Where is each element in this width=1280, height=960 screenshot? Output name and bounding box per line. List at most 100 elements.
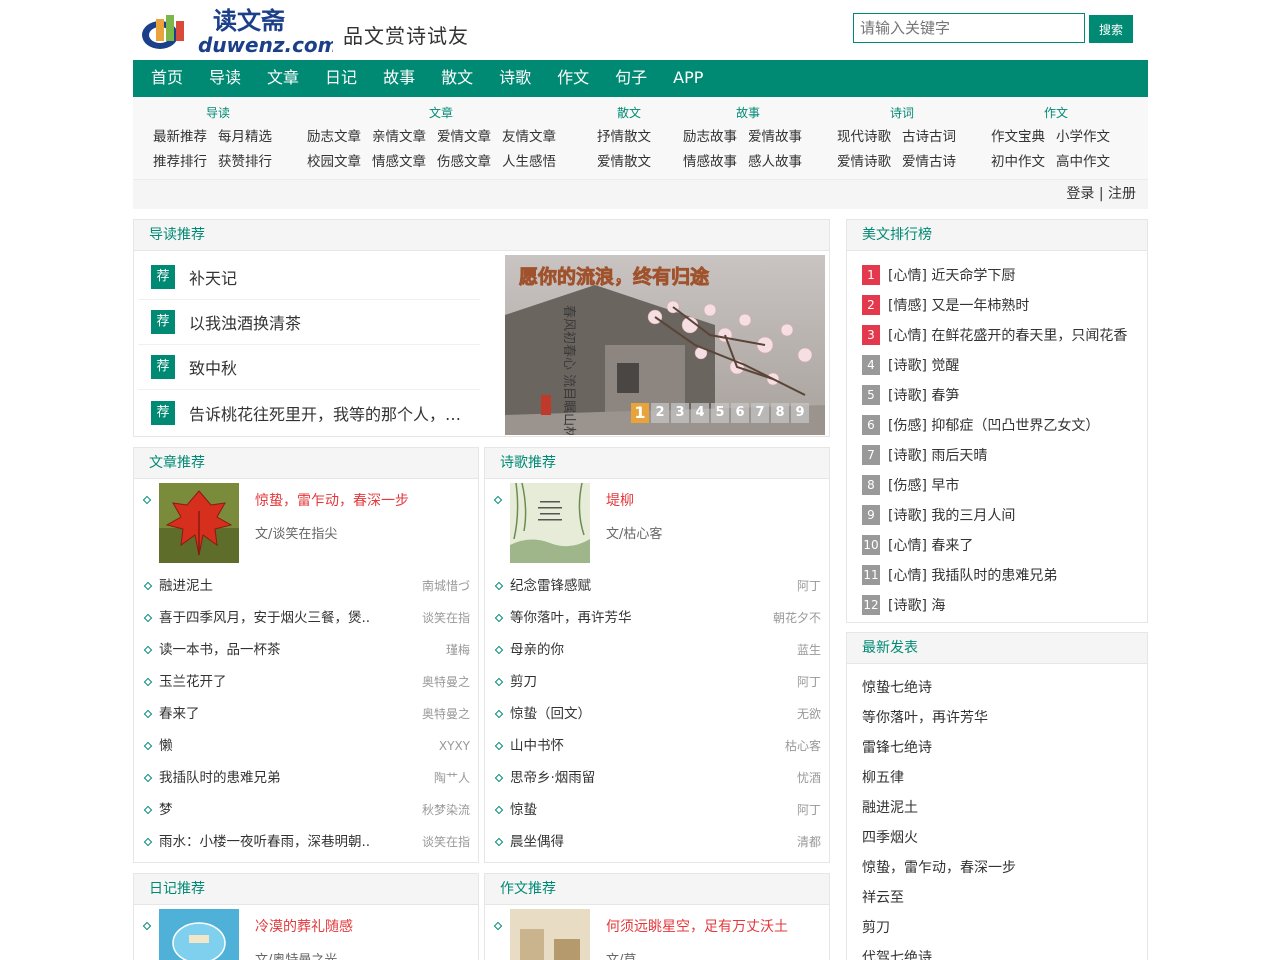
item-title[interactable]: 融进泥土: [159, 578, 213, 594]
list-item[interactable]: 柳五律: [862, 763, 1016, 793]
rank-item[interactable]: 2 [情感] 又是一年柿熟时: [862, 290, 1142, 320]
subnav-link[interactable]: 亲情文章: [372, 125, 426, 145]
rank-title[interactable]: 早市: [931, 475, 959, 495]
slider-dot[interactable]: 1: [631, 403, 649, 423]
list-item[interactable]: 惊蛰，雷乍动，春深一步: [862, 853, 1016, 883]
rank-item[interactable]: 7 [诗歌] 雨后天晴: [862, 440, 1142, 470]
featured-item[interactable]: 何须远眺星空，足有万丈沃土 文/草: [493, 909, 825, 960]
subnav-link[interactable]: 伤感文章: [437, 150, 491, 170]
slider-dot[interactable]: 4: [691, 403, 709, 423]
rank-item[interactable]: 9 [诗歌] 我的三月人间: [862, 500, 1142, 530]
slider-dot[interactable]: 7: [751, 403, 769, 423]
list-item[interactable]: 纪念雷锋感赋 阿丁: [494, 570, 821, 602]
subnav-link[interactable]: 情感文章: [372, 150, 426, 170]
rank-item[interactable]: 5 [诗歌] 春笋: [862, 380, 1142, 410]
subnav-group-title[interactable]: 故事: [736, 104, 760, 121]
login-link[interactable]: 登录: [1066, 186, 1094, 202]
subnav-link[interactable]: 高中作文: [1056, 150, 1110, 170]
nav-guide[interactable]: 导读: [199, 60, 251, 97]
item-title[interactable]: 玉兰花开了: [159, 674, 227, 690]
subnav-link[interactable]: 古诗古词: [902, 125, 956, 145]
item-title[interactable]: 晨坐偶得: [510, 834, 564, 850]
list-item[interactable]: 惊蛰 阿丁: [494, 794, 821, 826]
subnav-link[interactable]: 校园文章: [307, 150, 361, 170]
rank-item[interactable]: 10 [心情] 春来了: [862, 530, 1142, 560]
subnav-link[interactable]: 每月精选: [218, 125, 272, 145]
rank-title[interactable]: 海: [931, 595, 945, 615]
slider-dot[interactable]: 6: [731, 403, 749, 423]
rank-title[interactable]: 雨后天晴: [931, 445, 987, 465]
item-title[interactable]: 以我浊酒换清茶: [189, 310, 479, 334]
site-logo[interactable]: 读文斋 duwenz.com: [138, 5, 339, 57]
nav-story[interactable]: 故事: [373, 60, 425, 97]
list-item[interactable]: 山中书怀 枯心客: [494, 730, 821, 762]
featured-thumbnail[interactable]: [510, 909, 590, 960]
list-item[interactable]: 融进泥土: [862, 793, 1016, 823]
item-title[interactable]: 告诉桃花往死里开，我等的那个人，…: [189, 401, 479, 425]
rank-title[interactable]: 抑郁症（凹凸世界乙女文）: [931, 415, 1099, 435]
item-title[interactable]: 剪刀: [510, 674, 537, 690]
rank-title[interactable]: 我插队时的患难兄弟: [931, 565, 1057, 585]
featured-title[interactable]: 冷漠的葬礼随感: [255, 916, 353, 936]
nav-prose[interactable]: 散文: [431, 60, 483, 97]
subnav-link[interactable]: 爱情文章: [437, 125, 491, 145]
item-title[interactable]: 喜于四季风月，安于烟火三餐，煲..: [159, 610, 370, 626]
list-item[interactable]: 惊蛰七绝诗: [862, 673, 1016, 703]
list-item[interactable]: 剪刀: [862, 913, 1016, 943]
subnav-group-title[interactable]: 作文: [1044, 104, 1068, 121]
list-item[interactable]: 思帝乡·烟雨留 忧酒: [494, 762, 821, 794]
nav-sentence[interactable]: 句子: [605, 60, 657, 97]
slider-dot[interactable]: 9: [791, 403, 809, 423]
featured-title[interactable]: 堤柳: [606, 490, 634, 510]
subnav-link[interactable]: 获赞排行: [218, 150, 272, 170]
nav-diary[interactable]: 日记: [315, 60, 367, 97]
nav-home[interactable]: 首页: [141, 60, 193, 97]
subnav-link[interactable]: 励志故事: [683, 125, 737, 145]
item-title[interactable]: 致中秋: [189, 355, 479, 379]
list-item[interactable]: 雨水：小楼一夜听春雨，深巷明朝.. 谈笑在指: [143, 826, 470, 858]
subnav-link[interactable]: 推荐排行: [153, 150, 207, 170]
list-item[interactable]: 等你落叶，再许芳华 朝花夕不: [494, 602, 821, 634]
subnav-link[interactable]: 情感故事: [683, 150, 737, 170]
list-item[interactable]: 晨坐偶得 清都: [494, 826, 821, 858]
featured-thumbnail[interactable]: [159, 909, 239, 960]
list-item[interactable]: 代驾七绝诗: [862, 943, 1016, 960]
list-item[interactable]: 荐致中秋: [138, 345, 480, 390]
featured-item[interactable]: 冷漠的葬礼随感 文/奥特曼之光: [142, 909, 474, 960]
nav-article[interactable]: 文章: [257, 60, 309, 97]
subnav-link[interactable]: 作文宝典: [991, 125, 1045, 145]
subnav-link[interactable]: 小学作文: [1056, 125, 1110, 145]
rank-title[interactable]: 又是一年柿熟时: [931, 295, 1029, 315]
list-item[interactable]: 雷锋七绝诗: [862, 733, 1016, 763]
subnav-link[interactable]: 抒情散文: [597, 125, 651, 145]
list-item[interactable]: 祥云至: [862, 883, 1016, 913]
rank-item[interactable]: 1 [心情] 近天命学下厨: [862, 260, 1142, 290]
item-title[interactable]: 惊蛰（回文）: [510, 706, 591, 722]
subnav-link[interactable]: 现代诗歌: [837, 125, 891, 145]
list-item[interactable]: 四季烟火: [862, 823, 1016, 853]
item-title[interactable]: 惊蛰: [510, 802, 537, 818]
item-title[interactable]: 纪念雷锋感赋: [510, 578, 591, 594]
rank-title[interactable]: 在鲜花盛开的春天里，只闻花香: [931, 325, 1127, 345]
slider-dot[interactable]: 2: [651, 403, 669, 423]
list-item[interactable]: 母亲的你 蓝生: [494, 634, 821, 666]
slider-dot[interactable]: 8: [771, 403, 789, 423]
subnav-link[interactable]: 爱情诗歌: [837, 150, 891, 170]
banner-slider[interactable]: 愿你的流浪，终有归途 春风初春心 流目瞩山林 1 2 3 4 5 6 7 8 9: [505, 255, 825, 435]
item-title[interactable]: 山中书怀: [510, 738, 564, 754]
item-title[interactable]: 母亲的你: [510, 642, 564, 658]
item-title[interactable]: 梦: [159, 802, 173, 818]
featured-title[interactable]: 何须远眺星空，足有万丈沃土: [606, 916, 788, 936]
rank-title[interactable]: 春来了: [931, 535, 973, 555]
subnav-link[interactable]: 爱情故事: [748, 125, 802, 145]
rank-item[interactable]: 6 [伤感] 抑郁症（凹凸世界乙女文）: [862, 410, 1142, 440]
list-item[interactable]: 读一本书，品一杯茶 瑾梅: [143, 634, 470, 666]
list-item[interactable]: 荐以我浊酒换清茶: [138, 300, 480, 345]
rank-title[interactable]: 觉醒: [931, 355, 959, 375]
subnav-group-title[interactable]: 诗词: [890, 104, 914, 121]
list-item[interactable]: 我插队时的患难兄弟 陶艹人: [143, 762, 470, 794]
item-title[interactable]: 思帝乡·烟雨留: [510, 770, 595, 786]
list-item[interactable]: 春来了 奥特曼之: [143, 698, 470, 730]
rank-item[interactable]: 4 [诗歌] 觉醒: [862, 350, 1142, 380]
subnav-group-title[interactable]: 导读: [206, 104, 230, 121]
